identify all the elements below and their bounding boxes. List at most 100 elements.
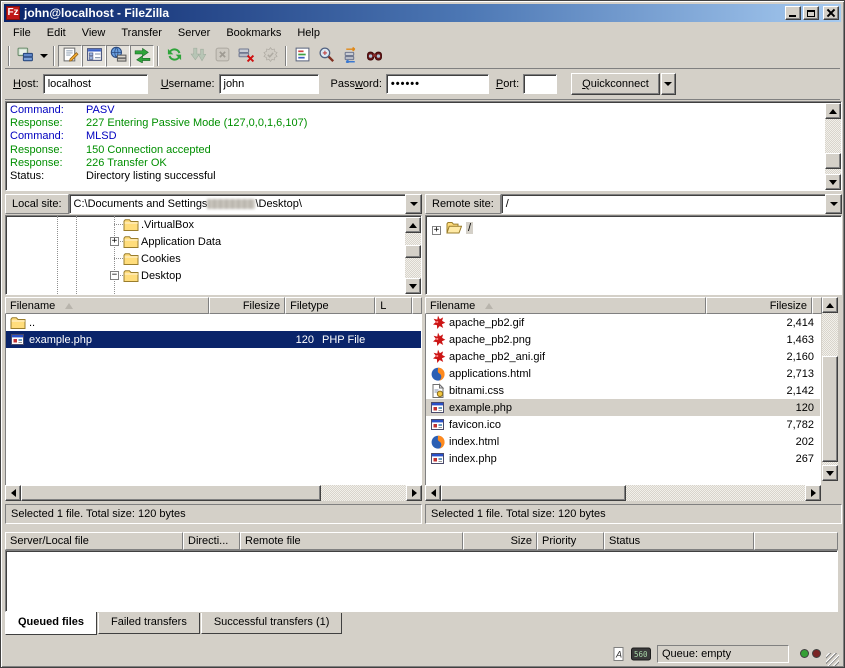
scroll-up-button[interactable]	[822, 297, 838, 313]
scroll-down-button[interactable]	[825, 174, 841, 190]
column-header-filename[interactable]: Filename	[5, 297, 209, 314]
tab-failed-transfers[interactable]: Failed transfers	[98, 613, 200, 634]
expand-icon[interactable]: +	[432, 226, 441, 235]
tab-successful-transfers-1-[interactable]: Successful transfers (1)	[201, 613, 343, 634]
file-row-apache_pb2-gif[interactable]: apache_pb2.gif2,414	[426, 314, 820, 331]
file-row-index-html[interactable]: index.html202	[426, 433, 820, 450]
scroll-thumb[interactable]	[405, 245, 421, 258]
menu-edit[interactable]: Edit	[39, 25, 74, 41]
queue-tabs: Queued filesFailed transfersSuccessful t…	[5, 613, 343, 635]
column-header-filesize[interactable]: Filesize	[209, 297, 285, 314]
host-input[interactable]: localhost	[43, 74, 148, 94]
tree-item-root[interactable]: +/	[426, 219, 841, 236]
cell-text: apache_pb2_ani.gif	[449, 351, 545, 363]
queue-column-status[interactable]: Status	[604, 532, 754, 550]
compare-button[interactable]	[314, 45, 338, 67]
remote-list-hscrollbar[interactable]	[425, 485, 821, 501]
folder-icon	[123, 251, 139, 267]
scroll-left-button[interactable]	[5, 485, 21, 501]
scroll-up-button[interactable]	[405, 217, 421, 233]
collapse-icon[interactable]: −	[110, 271, 119, 280]
refresh-button[interactable]	[162, 45, 186, 67]
toggle-queue-button[interactable]	[130, 45, 154, 67]
file-row-bitnami-css[interactable]: bitnami.css2,142	[426, 382, 820, 399]
queue-column-server-local-file[interactable]: Server/Local file	[5, 532, 183, 550]
file-row-favicon-ico[interactable]: favicon.ico7,782	[426, 416, 820, 433]
menu-server[interactable]: Server	[170, 25, 218, 41]
tree-item--virtualbox[interactable]: .VirtualBox	[6, 216, 421, 233]
scroll-left-button[interactable]	[425, 485, 441, 501]
queue-column-size[interactable]: Size	[463, 532, 537, 550]
local-tree-vscrollbar[interactable]	[405, 217, 421, 294]
menu-help[interactable]: Help	[289, 25, 328, 41]
file-row-index-php[interactable]: index.php267	[426, 450, 820, 467]
column-header-filetype[interactable]: Filetype	[285, 297, 375, 314]
site-manager-button[interactable]	[13, 45, 37, 67]
column-header-filename[interactable]: Filename	[425, 297, 706, 314]
file-row-apache_pb2-png[interactable]: apache_pb2.png1,463	[426, 331, 820, 348]
port-input[interactable]	[523, 74, 557, 94]
disconnect-button[interactable]	[234, 45, 258, 67]
tree-item-desktop[interactable]: −Desktop	[6, 267, 421, 284]
file-row-applications-html[interactable]: applications.html2,713	[426, 365, 820, 382]
remote-list-vscrollbar[interactable]	[822, 297, 838, 481]
maximize-button[interactable]	[803, 6, 819, 20]
process-queue-button[interactable]	[186, 45, 210, 67]
username-input[interactable]: john	[219, 74, 319, 94]
scroll-down-button[interactable]	[405, 278, 421, 294]
expand-icon[interactable]: +	[110, 237, 119, 246]
tree-item-cookies[interactable]: Cookies	[6, 250, 421, 267]
column-header-l[interactable]: L	[375, 297, 412, 314]
scroll-down-button[interactable]	[822, 465, 838, 481]
local-site-combo[interactable]: C:\Documents and Settings\Desktop\	[69, 194, 422, 214]
tab-queued-files[interactable]: Queued files	[5, 612, 97, 635]
scroll-thumb[interactable]	[21, 485, 321, 501]
scroll-thumb[interactable]	[822, 356, 838, 462]
find-button[interactable]	[362, 45, 386, 67]
menu-file[interactable]: File	[5, 25, 39, 41]
log-line-text: 150 Connection accepted	[86, 144, 211, 156]
column-header-filesize[interactable]: Filesize	[706, 297, 812, 314]
compare-icon	[318, 46, 335, 66]
reconnect-button[interactable]	[258, 45, 282, 67]
resize-grip[interactable]	[826, 653, 839, 666]
queue-column-remote-file[interactable]: Remote file	[240, 532, 463, 550]
scroll-up-button[interactable]	[825, 103, 841, 119]
local-list-hscrollbar[interactable]	[5, 485, 422, 501]
scroll-right-button[interactable]	[406, 485, 422, 501]
pane-splitter[interactable]	[422, 194, 425, 524]
log-line-label: Command:	[10, 104, 86, 117]
local-path-field[interactable]: C:\Documents and Settings\Desktop\	[69, 194, 405, 214]
local-site-dropdown[interactable]	[405, 194, 422, 214]
tree-item-application-data[interactable]: +Application Data	[6, 233, 421, 250]
quickconnect-button[interactable]: Quickconnect	[571, 73, 660, 95]
filter-button[interactable]	[290, 45, 314, 67]
toggle-remote-tree-button[interactable]	[106, 45, 130, 67]
file-row-example-php[interactable]: example.php120	[426, 399, 820, 416]
close-button[interactable]	[823, 6, 839, 20]
log-vscrollbar[interactable]	[825, 103, 841, 190]
toggle-message-log-button[interactable]	[58, 45, 82, 67]
sync-browse-button[interactable]	[338, 45, 362, 67]
remote-path-field[interactable]: /	[501, 194, 825, 214]
cell-text: apache_pb2.gif	[449, 317, 524, 329]
site-manager-dropdown[interactable]	[37, 45, 50, 67]
scroll-thumb[interactable]	[441, 485, 626, 501]
password-input[interactable]: ••••••	[386, 74, 489, 94]
toggle-local-tree-button[interactable]	[82, 45, 106, 67]
scroll-thumb[interactable]	[825, 153, 841, 169]
queue-column-directi-[interactable]: Directi...	[183, 532, 240, 550]
minimize-button[interactable]	[785, 6, 801, 20]
file-row-example-php[interactable]: example.php120PHP File1	[6, 331, 421, 348]
queue-column-priority[interactable]: Priority	[537, 532, 604, 550]
menu-transfer[interactable]: Transfer	[113, 25, 170, 41]
file-row-apache_pb2_ani-gif[interactable]: apache_pb2_ani.gif2,160	[426, 348, 820, 365]
scroll-right-button[interactable]	[805, 485, 821, 501]
menu-bookmarks[interactable]: Bookmarks	[218, 25, 289, 41]
menu-view[interactable]: View	[74, 25, 114, 41]
file-row--[interactable]: ..	[6, 314, 421, 331]
cancel-button[interactable]	[210, 45, 234, 67]
remote-site-dropdown[interactable]	[825, 194, 842, 214]
quickconnect-dropdown[interactable]	[661, 73, 676, 95]
remote-site-combo[interactable]: /	[501, 194, 842, 214]
